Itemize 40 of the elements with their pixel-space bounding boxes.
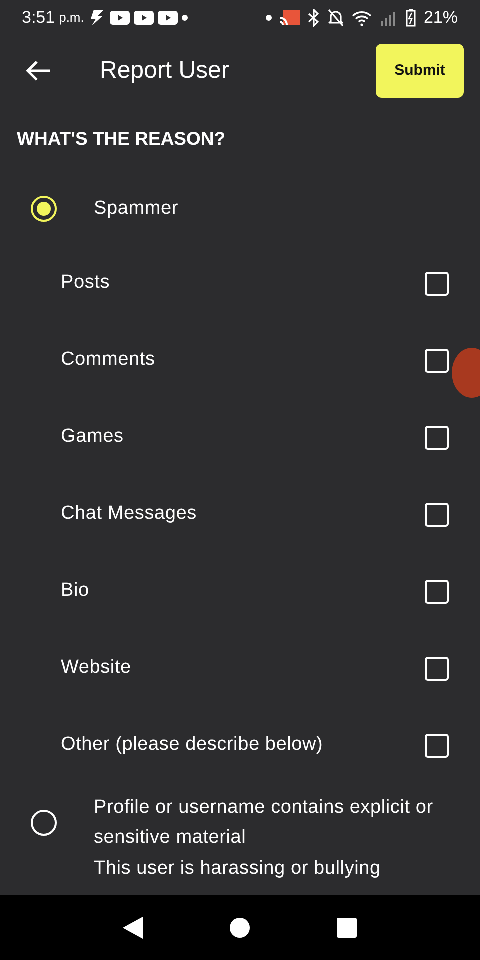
checkbox[interactable] [425, 426, 449, 450]
cast-icon [280, 10, 300, 26]
video-play-icon [134, 11, 154, 25]
reason-label[interactable]: Profile or username contains explicit or sensitive material [94, 793, 452, 853]
recents-nav-icon[interactable] [336, 918, 357, 938]
page-title: Report User [100, 56, 230, 86]
video-play-icon [110, 11, 130, 25]
option-label[interactable]: Website [61, 654, 132, 683]
bluetooth-icon [308, 9, 320, 27]
option-label[interactable]: Posts [61, 269, 110, 298]
back-nav-icon[interactable] [123, 916, 144, 938]
lightning-icon [88, 10, 106, 26]
home-nav-icon[interactable] [230, 918, 250, 938]
battery-icon [406, 9, 416, 27]
checkbox[interactable] [425, 272, 449, 296]
status-time-suffix: p.m. [59, 9, 84, 28]
reason-label[interactable]: This user is harassing or bullying [94, 854, 381, 884]
video-play-icon [158, 11, 178, 25]
checkbox[interactable] [425, 580, 449, 604]
dot-icon [182, 15, 188, 21]
section-heading: WHAT'S THE REASON? [16, 127, 227, 152]
status-time: 3:51 [22, 7, 56, 30]
battery-percentage: 21% [424, 7, 458, 30]
option-label[interactable]: Games [61, 423, 124, 452]
option-label[interactable]: Other (please describe below) [61, 731, 324, 760]
reason-label[interactable]: Spammer [94, 194, 178, 224]
radio-button[interactable] [31, 196, 57, 222]
muted-bell-icon [328, 9, 344, 27]
signal-icon [380, 10, 398, 26]
option-label[interactable]: Comments [61, 346, 156, 375]
option-label[interactable]: Bio [61, 577, 90, 606]
checkbox[interactable] [425, 656, 449, 680]
checkbox[interactable] [425, 734, 449, 758]
submit-button[interactable]: Submit [376, 44, 464, 98]
checkbox[interactable] [425, 502, 449, 526]
back-button[interactable] [24, 58, 52, 84]
option-label[interactable]: Chat Messages [61, 500, 197, 529]
checkbox[interactable] [425, 348, 449, 372]
wifi-icon [352, 10, 372, 26]
dot-icon [266, 15, 272, 21]
